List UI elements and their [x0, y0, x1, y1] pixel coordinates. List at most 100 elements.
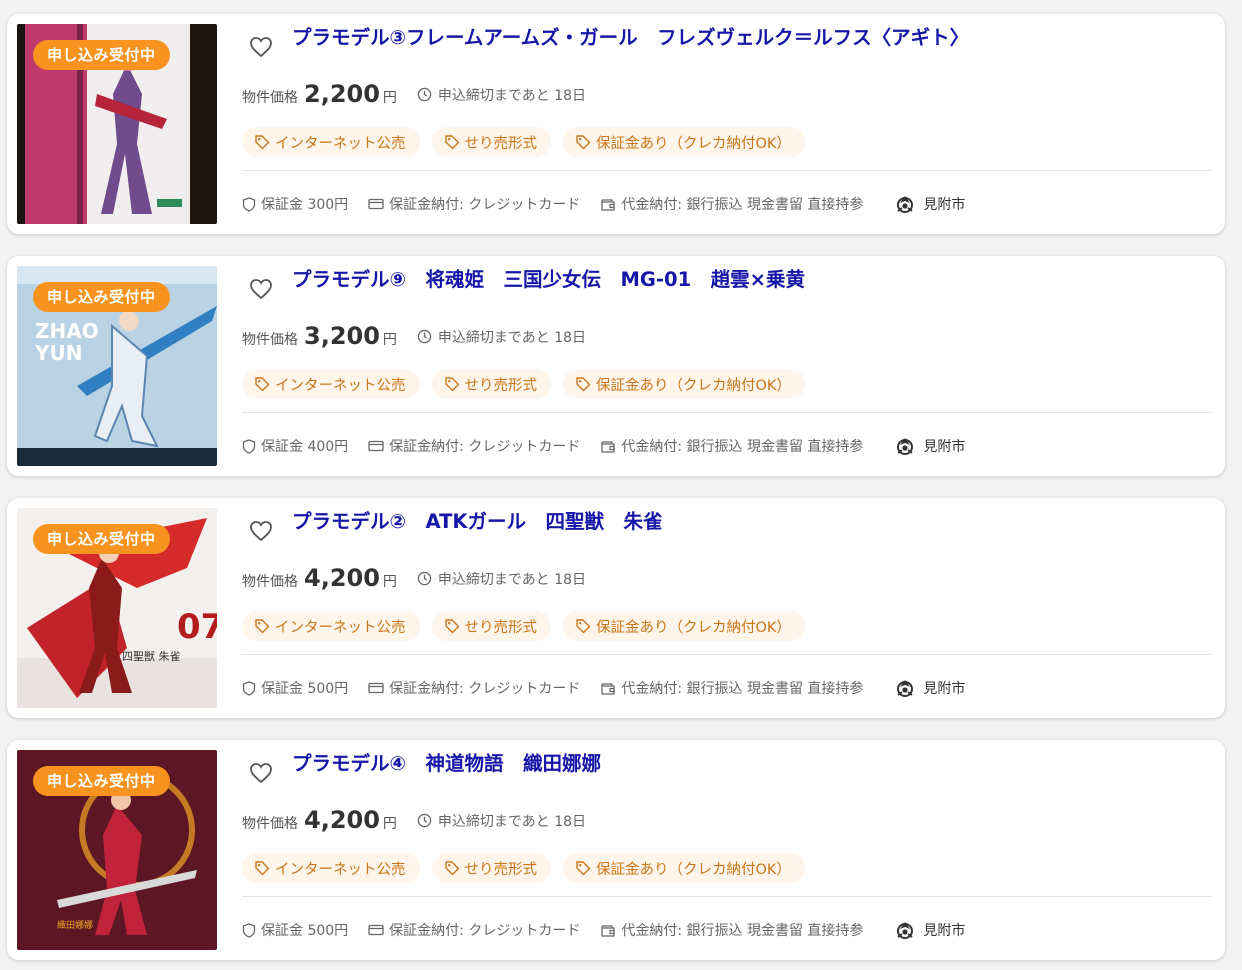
price-unit: 円: [382, 574, 397, 590]
tag-auction-format: せり売形式: [431, 369, 551, 399]
listing-title[interactable]: プラモデル③フレームアームズ・ガール フレズヴェルク＝ルフス〈アギト〉: [292, 24, 1205, 52]
tag-list: インターネット公売 せり売形式 保証金あり（クレカ納付OK）: [242, 127, 805, 157]
tag-internet-auction: インターネット公売: [242, 611, 420, 641]
price-unit: 円: [382, 332, 397, 348]
municipality[interactable]: 見附市: [895, 194, 965, 214]
price-label: 物件価格: [242, 90, 298, 106]
clock-icon: [417, 571, 432, 586]
deposit-payment: 保証金納付: クレジットカード: [368, 920, 580, 940]
listing-title[interactable]: プラモデル② ATKガール 四聖獣 朱雀: [292, 508, 1205, 536]
tag-deposit: 保証金あり（クレカ納付OK）: [563, 369, 805, 399]
listing-card[interactable]: 申し込み受付中 プラモデル③フレームアームズ・ガール フレズヴェルク＝ルフス〈ア…: [7, 14, 1225, 234]
status-badge: 申し込み受付中: [33, 282, 170, 312]
listing-title[interactable]: プラモデル⑨ 将魂姫 三国少女伝 MG-01 趙雲×乗黄: [292, 266, 1205, 294]
municipality-emblem-icon: [897, 438, 914, 455]
deposit-amount: 保証金 300円: [242, 194, 348, 214]
tag-icon: [444, 861, 459, 876]
product-image[interactable]: 織田娜娜 申し込み受付中: [17, 750, 217, 950]
municipality-emblem-icon: [897, 196, 914, 213]
municipality-emblem-icon: [897, 680, 914, 697]
payment-methods: 代金納付: 銀行振込 現金書留 直接持参: [600, 678, 863, 698]
svg-text:織田娜娜: 織田娜娜: [57, 919, 93, 931]
deadline-text: 申込締切まであと 18日: [437, 813, 587, 830]
tag-icon: [255, 377, 270, 392]
wallet-icon: [601, 924, 615, 937]
meta-row: 保証金 300円 保証金納付: クレジットカード 代金納付: 銀行振込 現金書留…: [242, 194, 965, 214]
favorite-heart-icon[interactable]: [249, 762, 273, 784]
listing-title[interactable]: プラモデル④ 神道物語 織田娜娜: [292, 750, 1205, 778]
price-label: 物件価格: [242, 332, 298, 348]
tag-deposit: 保証金あり（クレカ納付OK）: [563, 127, 805, 157]
clock-icon: [417, 813, 432, 828]
deadline: 申込締切まであと 18日: [417, 327, 586, 347]
credit-card-icon: [368, 924, 384, 936]
payment-methods: 代金納付: 銀行振込 現金書留 直接持参: [600, 920, 863, 940]
price-row: 物件価格 3,200 円 申込締切まであと 18日: [242, 322, 586, 356]
price-value: 4,200: [304, 564, 380, 592]
deadline: 申込締切まであと 18日: [417, 85, 586, 105]
payment-methods: 代金納付: 銀行振込 現金書留 直接持参: [600, 194, 863, 214]
tag-internet-auction: インターネット公売: [242, 369, 420, 399]
deposit-payment: 保証金納付: クレジットカード: [368, 678, 580, 698]
product-image[interactable]: 申し込み受付中: [17, 24, 217, 224]
tag-auction-format: せり売形式: [431, 853, 551, 883]
municipality[interactable]: 見附市: [895, 920, 965, 940]
tag-icon: [255, 135, 270, 150]
status-badge: 申し込み受付中: [33, 40, 170, 70]
tag-list: インターネット公売 せり売形式 保証金あり（クレカ納付OK）: [242, 611, 805, 641]
price-value: 4,200: [304, 806, 380, 834]
listing-card[interactable]: ZHAO YUN 申し込み受付中 プラモデル⑨ 将魂姫 三国少女伝 MG-01 …: [7, 256, 1225, 476]
divider: [242, 412, 1211, 413]
deadline: 申込締切まであと 18日: [417, 811, 586, 831]
product-image[interactable]: ZHAO YUN 申し込み受付中: [17, 266, 217, 466]
clock-icon: [417, 87, 432, 102]
favorite-heart-icon[interactable]: [249, 520, 273, 542]
price-value: 3,200: [304, 322, 380, 350]
shield-icon: [242, 922, 256, 938]
deadline-text: 申込締切まであと 18日: [437, 87, 587, 104]
tag-list: インターネット公売 せり売形式 保証金あり（クレカ納付OK）: [242, 853, 805, 883]
favorite-heart-icon[interactable]: [249, 36, 273, 58]
credit-card-icon: [368, 682, 384, 694]
tag-icon: [444, 135, 459, 150]
product-image[interactable]: 07 四聖獣 朱雀 申し込み受付中: [17, 508, 217, 708]
deadline-text: 申込締切まであと 18日: [437, 571, 587, 588]
tag-deposit: 保証金あり（クレカ納付OK）: [563, 611, 805, 641]
price-label: 物件価格: [242, 816, 298, 832]
tag-icon: [576, 377, 591, 392]
tag-auction-format: せり売形式: [431, 611, 551, 641]
listing-list: 申し込み受付中 プラモデル③フレームアームズ・ガール フレズヴェルク＝ルフス〈ア…: [0, 0, 1242, 970]
credit-card-icon: [368, 440, 384, 452]
tag-icon: [255, 619, 270, 634]
status-badge: 申し込み受付中: [33, 524, 170, 554]
tag-deposit: 保証金あり（クレカ納付OK）: [563, 853, 805, 883]
credit-card-icon: [368, 198, 384, 210]
wallet-icon: [601, 198, 615, 211]
deadline-text: 申込締切まであと 18日: [437, 329, 587, 346]
svg-text:07: 07: [177, 607, 217, 647]
payment-methods: 代金納付: 銀行振込 現金書留 直接持参: [600, 436, 863, 456]
price-row: 物件価格 4,200 円 申込締切まであと 18日: [242, 564, 586, 598]
svg-text:ZHAO: ZHAO: [35, 319, 99, 343]
tag-icon: [255, 861, 270, 876]
price-row: 物件価格 2,200 円 申込締切まであと 18日: [242, 80, 586, 114]
tag-icon: [576, 135, 591, 150]
municipality[interactable]: 見附市: [895, 678, 965, 698]
price-row: 物件価格 4,200 円 申込締切まであと 18日: [242, 806, 586, 840]
favorite-heart-icon[interactable]: [249, 278, 273, 300]
listing-card[interactable]: 07 四聖獣 朱雀 申し込み受付中 プラモデル② ATKガール 四聖獣 朱雀 物…: [7, 498, 1225, 718]
municipality[interactable]: 見附市: [895, 436, 965, 456]
tag-icon: [576, 861, 591, 876]
listing-card[interactable]: 織田娜娜 申し込み受付中 プラモデル④ 神道物語 織田娜娜 物件価格 4,200…: [7, 740, 1225, 960]
meta-row: 保証金 500円 保証金納付: クレジットカード 代金納付: 銀行振込 現金書留…: [242, 920, 965, 940]
price-value: 2,200: [304, 80, 380, 108]
tag-internet-auction: インターネット公売: [242, 127, 420, 157]
meta-row: 保証金 500円 保証金納付: クレジットカード 代金納付: 銀行振込 現金書留…: [242, 678, 965, 698]
svg-text:四聖獣 朱雀: 四聖獣 朱雀: [122, 649, 181, 663]
deposit-payment: 保証金納付: クレジットカード: [368, 436, 580, 456]
status-badge: 申し込み受付中: [33, 766, 170, 796]
tag-icon: [444, 377, 459, 392]
price-label: 物件価格: [242, 574, 298, 590]
tag-icon: [576, 619, 591, 634]
price-unit: 円: [382, 816, 397, 832]
